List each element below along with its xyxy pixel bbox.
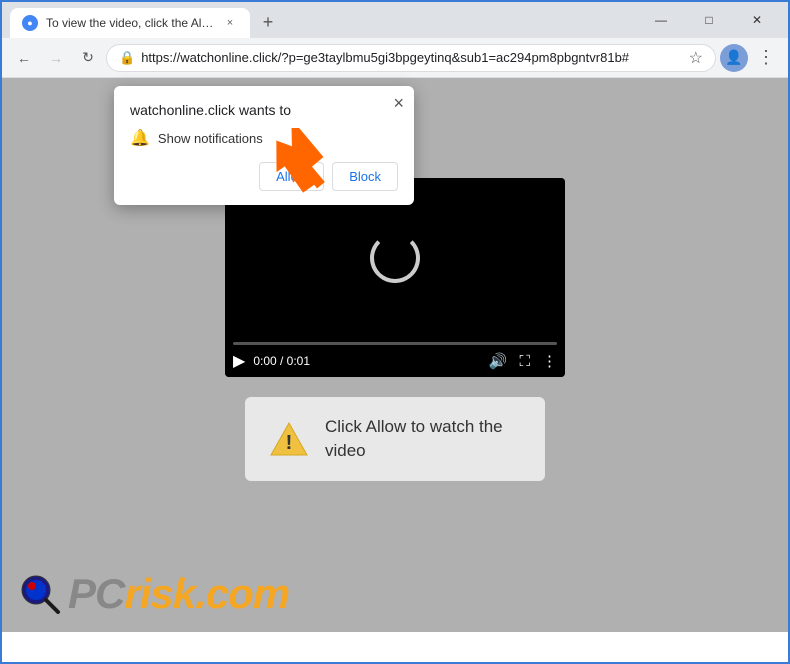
- pcrisk-pc-text: PC: [68, 570, 124, 617]
- forward-button[interactable]: →: [42, 44, 70, 72]
- bookmark-icon[interactable]: ☆: [689, 48, 703, 68]
- allow-notification-box: ! Click Allow to watch the video: [245, 397, 545, 481]
- browser-tab[interactable]: ● To view the video, click the Allow... …: [10, 8, 250, 38]
- pcrisk-logo-text: PCrisk.com: [68, 570, 289, 618]
- warning-icon: !: [269, 419, 309, 459]
- page-content: × watchonline.click wants to 🔔 Show noti…: [2, 78, 788, 632]
- controls-row: ▶ 0:00 / 0:01 🔊 ⛶ ⋮: [233, 351, 557, 371]
- close-button[interactable]: ✕: [734, 6, 780, 34]
- allow-notification-text: Click Allow to watch the video: [325, 415, 521, 463]
- menu-button[interactable]: ⋮: [752, 44, 780, 72]
- tab-close-button[interactable]: ×: [222, 15, 238, 31]
- volume-button[interactable]: 🔊: [489, 352, 508, 370]
- time-display: 0:00 / 0:01: [253, 354, 480, 368]
- profile-button[interactable]: 👤: [720, 44, 748, 72]
- reload-button[interactable]: ↻: [74, 44, 102, 72]
- url-input[interactable]: 🔒 https://watchonline.click/?p=ge3taylbm…: [106, 44, 716, 72]
- pcrisk-logo: PCrisk.com: [18, 570, 289, 618]
- address-bar: ← → ↻ 🔒 https://watchonline.click/?p=ge3…: [2, 38, 788, 78]
- titlebar: ● To view the video, click the Allow... …: [2, 2, 788, 38]
- window-controls: ― □ ✕: [638, 6, 780, 34]
- popup-close-button[interactable]: ×: [393, 94, 404, 112]
- new-tab-button[interactable]: +: [254, 8, 282, 36]
- tab-title: To view the video, click the Allow...: [46, 16, 214, 30]
- progress-bar[interactable]: [233, 342, 557, 345]
- fullscreen-button[interactable]: ⛶: [519, 353, 530, 370]
- more-options-button[interactable]: ⋮: [542, 352, 557, 370]
- play-button[interactable]: ▶: [233, 351, 245, 371]
- bell-icon: 🔔: [130, 128, 150, 148]
- pcrisk-logo-icon: [18, 572, 62, 616]
- loading-spinner: [370, 233, 420, 283]
- video-controls: ▶ 0:00 / 0:01 🔊 ⛶ ⋮: [225, 338, 565, 377]
- tab-favicon: ●: [22, 15, 38, 31]
- back-button[interactable]: ←: [10, 44, 38, 72]
- pcrisk-risk-text: risk.com: [124, 570, 289, 617]
- block-button[interactable]: Block: [332, 162, 398, 191]
- minimize-button[interactable]: ―: [638, 6, 684, 34]
- arrow-indicator: [242, 128, 332, 213]
- lock-icon: 🔒: [119, 50, 135, 66]
- maximize-button[interactable]: □: [686, 6, 732, 34]
- svg-text:!: !: [286, 432, 293, 454]
- url-text: https://watchonline.click/?p=ge3taylbmu5…: [141, 50, 682, 65]
- popup-title: watchonline.click wants to: [130, 102, 398, 118]
